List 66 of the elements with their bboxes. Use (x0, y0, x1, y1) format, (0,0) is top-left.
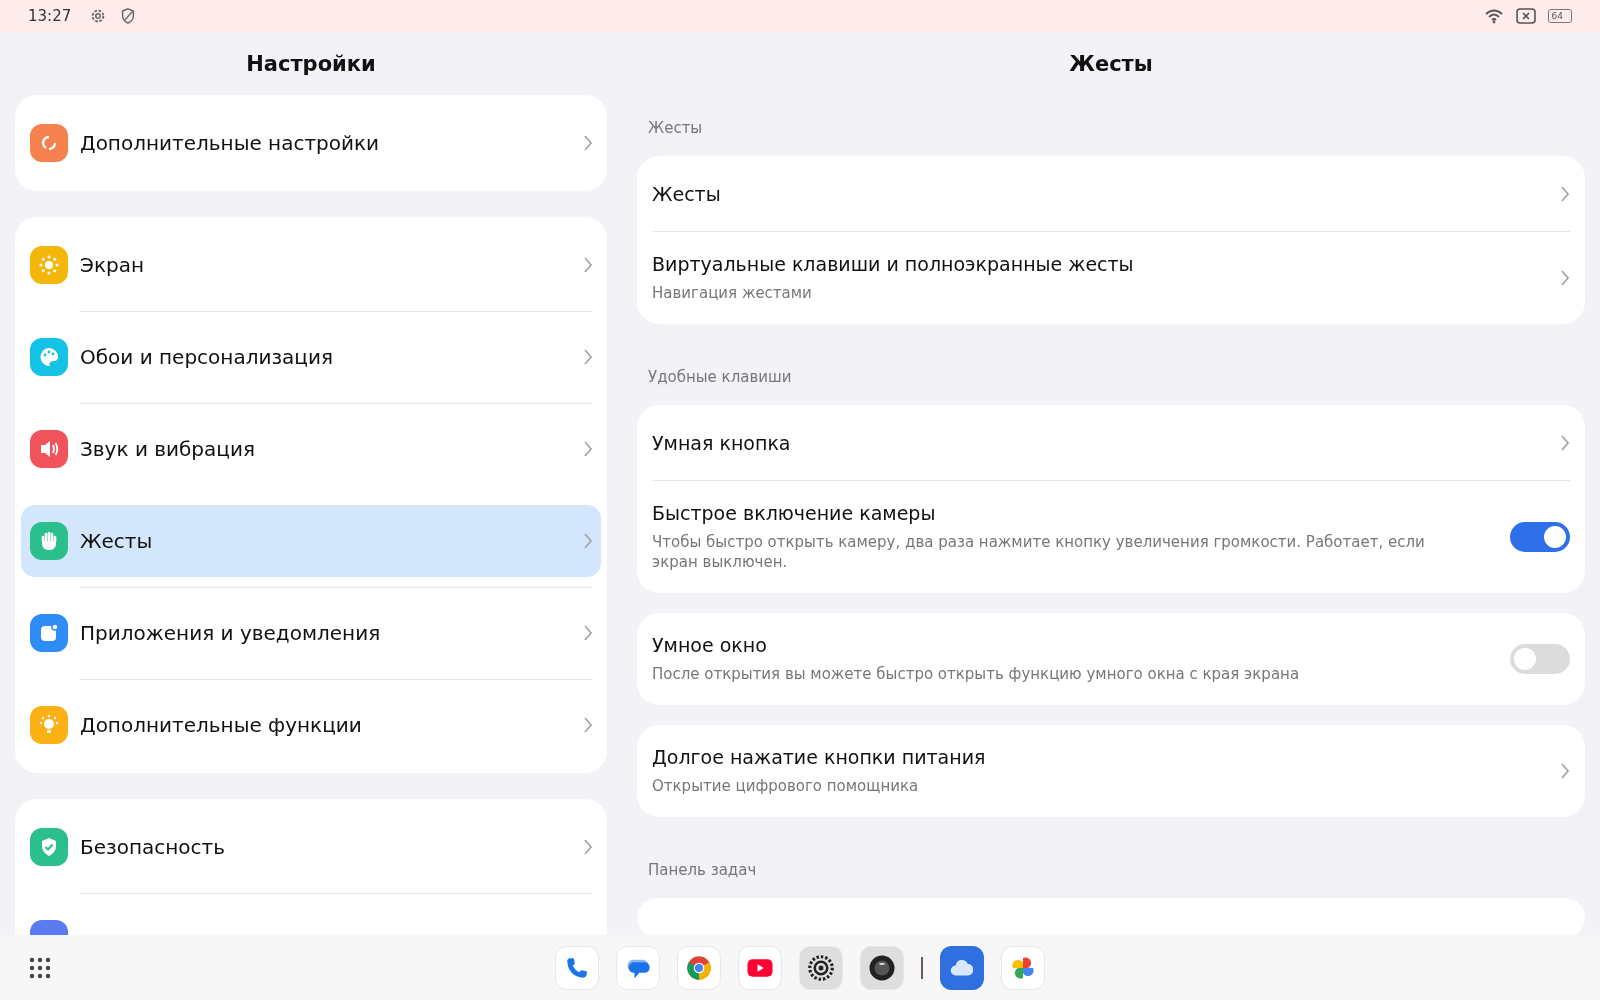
sun-icon (37, 253, 61, 277)
chevron-icon (583, 441, 593, 457)
settings-row[interactable]: Быстрое включение камеры Чтобы быстро открыть камеру, два раза нажмите кнопку увеличения громкости. Работает, если экран выключен. (652, 480, 1570, 593)
row-description: После открытия вы можете быстро открыть функцию умного окна с края экрана (652, 664, 1301, 684)
browser-app-icon[interactable] (677, 945, 721, 990)
settings-row[interactable]: Жесты (652, 156, 1570, 231)
settings-row[interactable]: Виртуальные клавиши и полноэкранные жесты Навигация жестами (652, 231, 1570, 324)
wifi-icon (1483, 8, 1504, 24)
settings-item[interactable]: Жесты (21, 505, 601, 577)
battery-icon: 64 (1547, 9, 1572, 23)
row-title: Долгое нажатие кнопки питания (652, 746, 987, 768)
section-heading: Жесты (647, 118, 704, 139)
row-title: Виртуальные клавиши и полноэкранные жесты (652, 253, 1135, 275)
settings-row[interactable]: Умная кнопка (652, 405, 1570, 480)
chevron-icon (1560, 434, 1570, 451)
settings-item-label: Дополнительные функции (80, 713, 363, 737)
no-sim-icon (1515, 8, 1536, 24)
settings-item-label: Приложения и уведомления (80, 621, 382, 645)
settings-item[interactable]: Дополнительные функции (15, 679, 607, 771)
settings-row[interactable]: Умное окно После открытия вы можете быстро открыть функцию умного окна с края экрана (652, 613, 1570, 705)
settings-item-label: Дополнительные настройки (80, 131, 381, 155)
settings-item[interactable]: Приложения и уведомления (15, 587, 607, 679)
settings-item[interactable]: Обои и персонализация (15, 311, 607, 403)
chevron-icon (583, 257, 593, 273)
settings-item-label: Жесты (80, 529, 154, 553)
pinwheel-app-icon[interactable] (1001, 945, 1045, 990)
row-title: Умная кнопка (652, 431, 792, 454)
video-play-app-icon[interactable] (738, 945, 782, 990)
chevron-icon (583, 717, 593, 733)
section-heading: Удобные клавиши (647, 367, 793, 388)
clock: 13:27 (28, 7, 72, 25)
settings-item[interactable]: Экран (15, 219, 607, 311)
settings-row[interactable]: Долгое нажатие кнопки питания Открытие цифрового помощника (652, 725, 1570, 817)
cloud-app-icon[interactable] (940, 945, 984, 990)
toggle-switch[interactable] (1510, 644, 1570, 674)
page-title: Настройки (245, 50, 377, 78)
page-title: Жесты (1068, 50, 1154, 78)
chat-bubble-app-icon[interactable] (616, 945, 660, 990)
settings-item-label: Безопасность (80, 835, 226, 859)
settings-item[interactable]: Дополнительные настройки (15, 97, 607, 189)
settings-item-label: Экран (80, 253, 146, 277)
settings-item-label: Обои и персонализация (80, 345, 334, 369)
phone-app-icon[interactable] (555, 945, 599, 990)
section-heading: Панель задач (647, 860, 758, 881)
row-title: Умное окно (652, 634, 768, 656)
chevron-icon (1560, 763, 1570, 779)
settings-item[interactable]: Звук и вибрация (15, 403, 607, 495)
chevron-icon (583, 349, 593, 365)
chevron-icon (1560, 270, 1570, 286)
camera-lens-app-icon[interactable] (860, 945, 904, 990)
chevron-icon (583, 533, 593, 549)
gear-app-icon[interactable] (799, 945, 843, 990)
row-description: Открытие цифрового помощника (652, 776, 920, 796)
toggle-switch[interactable] (1510, 522, 1570, 552)
row-title: Жесты (652, 182, 722, 205)
row-description: Навигация жестами (652, 283, 813, 303)
row-title: Быстрое включение камеры (652, 502, 937, 524)
palette-icon (37, 345, 61, 369)
settings-item-label: Звук и вибрация (80, 437, 256, 461)
chevron-icon (583, 839, 593, 855)
chevron-icon (1560, 185, 1570, 202)
settings-item[interactable]: Безопасность (15, 801, 607, 893)
chevron-icon (583, 135, 593, 151)
row-description: Чтобы быстро открыть камеру, два раза нажмите кнопку увеличения громкости. Работает, если экран выключен. (652, 532, 1426, 572)
app-drawer-icon[interactable] (28, 955, 52, 980)
chevron-icon (583, 625, 593, 641)
